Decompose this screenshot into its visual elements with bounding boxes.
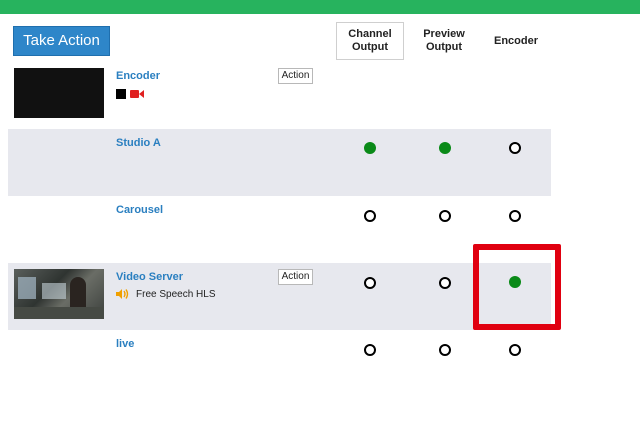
stop-square-icon[interactable] bbox=[116, 89, 126, 99]
source-subtitle-line: Free Speech HLS bbox=[116, 288, 216, 300]
video-server-action-button[interactable]: Action bbox=[278, 269, 313, 285]
source-row-encoder: Encoder Action bbox=[8, 62, 551, 129]
source-row-video-server: Video Server Action Free Speech HLS bbox=[8, 263, 551, 330]
encoder-status-icons bbox=[116, 88, 144, 100]
source-row-carousel: Carousel bbox=[8, 196, 551, 263]
encoder-action-button[interactable]: Action bbox=[278, 68, 313, 84]
radio-live-encoder[interactable] bbox=[509, 344, 521, 356]
radio-studio-a-encoder[interactable] bbox=[509, 142, 521, 154]
radio-live-channel-output[interactable] bbox=[364, 344, 376, 356]
radio-studio-a-preview-output[interactable] bbox=[439, 142, 451, 154]
source-name-live[interactable]: live bbox=[116, 338, 134, 350]
source-name-encoder[interactable]: Encoder bbox=[116, 70, 160, 82]
radio-live-preview-output[interactable] bbox=[439, 344, 451, 356]
source-thumbnail bbox=[14, 68, 104, 118]
radio-video-server-channel-output[interactable] bbox=[364, 277, 376, 289]
audio-speaker-icon bbox=[116, 289, 129, 299]
source-name-carousel[interactable]: Carousel bbox=[116, 204, 163, 216]
column-header-encoder[interactable]: Encoder bbox=[482, 22, 550, 60]
source-row-live: live bbox=[8, 330, 551, 397]
take-action-button[interactable]: Take Action bbox=[13, 26, 110, 56]
source-name-video-server[interactable]: Video Server bbox=[116, 271, 183, 283]
column-header-channel-output[interactable]: Channel Output bbox=[336, 22, 404, 60]
top-bar bbox=[0, 0, 640, 14]
video-camera-icon[interactable] bbox=[130, 89, 144, 99]
column-header-preview-output[interactable]: Preview Output bbox=[410, 22, 478, 60]
source-thumbnail bbox=[14, 269, 104, 319]
radio-video-server-preview-output[interactable] bbox=[439, 277, 451, 289]
radio-carousel-channel-output[interactable] bbox=[364, 210, 376, 222]
selection-highlight-box bbox=[473, 244, 561, 330]
radio-studio-a-channel-output[interactable] bbox=[364, 142, 376, 154]
source-row-studio-a: Studio A bbox=[8, 129, 551, 196]
source-subtitle: Free Speech HLS bbox=[136, 288, 216, 300]
source-name-studio-a[interactable]: Studio A bbox=[116, 137, 161, 149]
radio-carousel-preview-output[interactable] bbox=[439, 210, 451, 222]
radio-carousel-encoder[interactable] bbox=[509, 210, 521, 222]
